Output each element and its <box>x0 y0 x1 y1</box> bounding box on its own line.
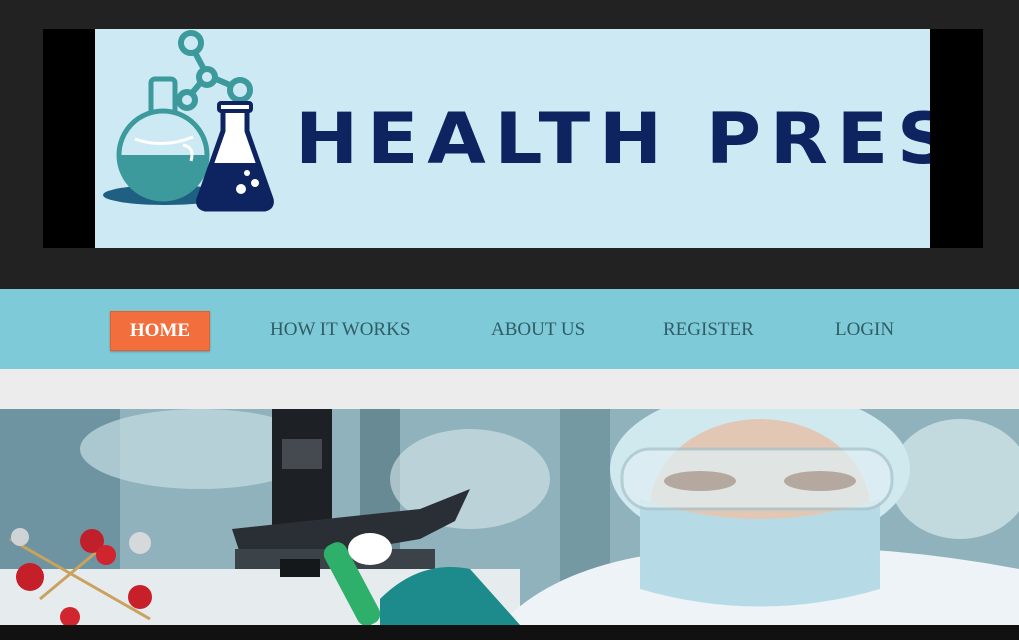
nav-home[interactable]: HOME <box>110 311 210 351</box>
site-header: HEALTH PRESS <box>0 0 1019 289</box>
nav-register[interactable]: REGISTER <box>663 311 754 349</box>
lab-scientist-with-microscope-photo <box>0 409 1019 625</box>
nav-login[interactable]: LOGIN <box>835 311 894 349</box>
hero-image <box>0 409 1019 625</box>
nav-how-it-works[interactable]: HOW IT WORKS <box>270 311 410 349</box>
content-divider <box>0 369 1019 409</box>
nav-about-us[interactable]: ABOUT US <box>491 311 585 349</box>
main-navigation: HOME HOW IT WORKS ABOUT US REGISTER LOGI… <box>0 289 1019 369</box>
site-title: HEALTH PRESS <box>295 98 930 180</box>
site-logo[interactable]: HEALTH PRESS <box>95 29 930 248</box>
page-footer-edge <box>0 625 1019 640</box>
